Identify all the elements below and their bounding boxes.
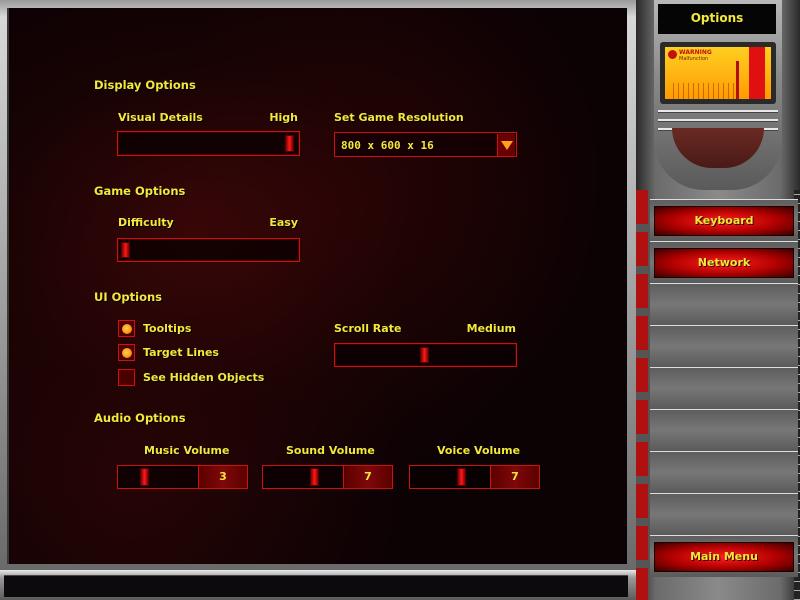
dropdown-arrow-button[interactable] (497, 134, 515, 156)
warning-subtext: Malfunction (679, 56, 709, 62)
voice-volume-label: Voice Volume (437, 444, 521, 457)
slider-thumb[interactable] (310, 468, 320, 486)
target-lines-label: Target Lines (143, 346, 219, 359)
sidebar-slot: Main Menu (650, 535, 798, 577)
scroll-rate-slider[interactable] (334, 343, 517, 367)
tooltips-label: Tooltips (143, 322, 192, 335)
slider-thumb[interactable] (457, 468, 467, 486)
sidebar: Options WARNING Malfunction Keyboard Net… (636, 0, 800, 600)
keyboard-button[interactable]: Keyboard (654, 206, 794, 236)
scroll-rate-value: Medium (466, 322, 516, 335)
resolution-label: Set Game Resolution (334, 111, 464, 124)
see-hidden-objects-label: See Hidden Objects (143, 371, 265, 384)
visual-details-label: Visual Details (118, 111, 203, 124)
options-device: Options WARNING Malfunction (654, 0, 782, 190)
display-options-heading: Display Options (94, 78, 196, 92)
grille-bar (658, 119, 778, 122)
audio-options-heading: Audio Options (94, 411, 186, 425)
sound-volume-label: Sound Volume (286, 444, 375, 457)
status-bar-frame (0, 570, 636, 600)
game-options-heading: Game Options (94, 184, 186, 198)
device-base (672, 128, 764, 168)
monitor-bezel: WARNING Malfunction (660, 42, 776, 104)
difficulty-slider[interactable] (117, 238, 300, 262)
resolution-selected: 800 x 600 x 16 (341, 139, 434, 152)
checkbox-indicator (121, 347, 132, 358)
target-lines-checkbox[interactable] (118, 344, 135, 361)
faction-logo-icon (668, 50, 677, 59)
meter-ticks (673, 83, 737, 99)
warning-monitor: WARNING Malfunction (665, 47, 771, 99)
sidebar-slot-empty (650, 367, 798, 409)
sidebar-slot-empty (650, 325, 798, 367)
resolution-dropdown[interactable]: 800 x 600 x 16 (334, 132, 517, 157)
sidebar-slot-empty (650, 283, 798, 325)
slider-thumb[interactable] (285, 135, 294, 152)
grille-bar (658, 110, 778, 113)
sidebar-rail (636, 190, 648, 600)
status-bar (4, 575, 628, 597)
music-volume-slider[interactable] (117, 465, 199, 489)
voice-volume-value: 7 (490, 465, 540, 489)
warning-text: WARNING (679, 49, 712, 56)
ui-options-heading: UI Options (94, 290, 163, 304)
visual-details-slider[interactable] (117, 131, 300, 156)
sidebar-slot-empty (650, 409, 798, 451)
sidebar-slot-empty (650, 493, 798, 535)
meter-red-zone (749, 47, 765, 99)
sidebar-slot: Network (650, 241, 798, 283)
voice-volume-slider[interactable] (409, 465, 491, 489)
sidebar-slot-empty (650, 451, 798, 493)
difficulty-value: Easy (269, 216, 298, 229)
sound-volume-value: 7 (343, 465, 393, 489)
see-hidden-objects-checkbox[interactable] (118, 369, 135, 386)
checkbox-indicator (121, 323, 132, 334)
network-button[interactable]: Network (654, 248, 794, 278)
main-menu-button[interactable]: Main Menu (654, 542, 794, 572)
tooltips-checkbox[interactable] (118, 320, 135, 337)
sound-volume-slider[interactable] (262, 465, 344, 489)
visual-details-value: High (269, 111, 298, 124)
chevron-down-icon (500, 140, 513, 150)
sidebar-title: Options (658, 4, 776, 34)
music-volume-value: 3 (198, 465, 248, 489)
slider-thumb[interactable] (121, 242, 130, 258)
slider-thumb[interactable] (420, 347, 429, 363)
meter-needle (736, 61, 739, 99)
music-volume-label: Music Volume (144, 444, 230, 457)
sidebar-slot: Keyboard (650, 199, 798, 241)
slider-thumb[interactable] (139, 468, 149, 486)
scroll-rate-label: Scroll Rate (334, 322, 402, 335)
difficulty-label: Difficulty (118, 216, 174, 229)
